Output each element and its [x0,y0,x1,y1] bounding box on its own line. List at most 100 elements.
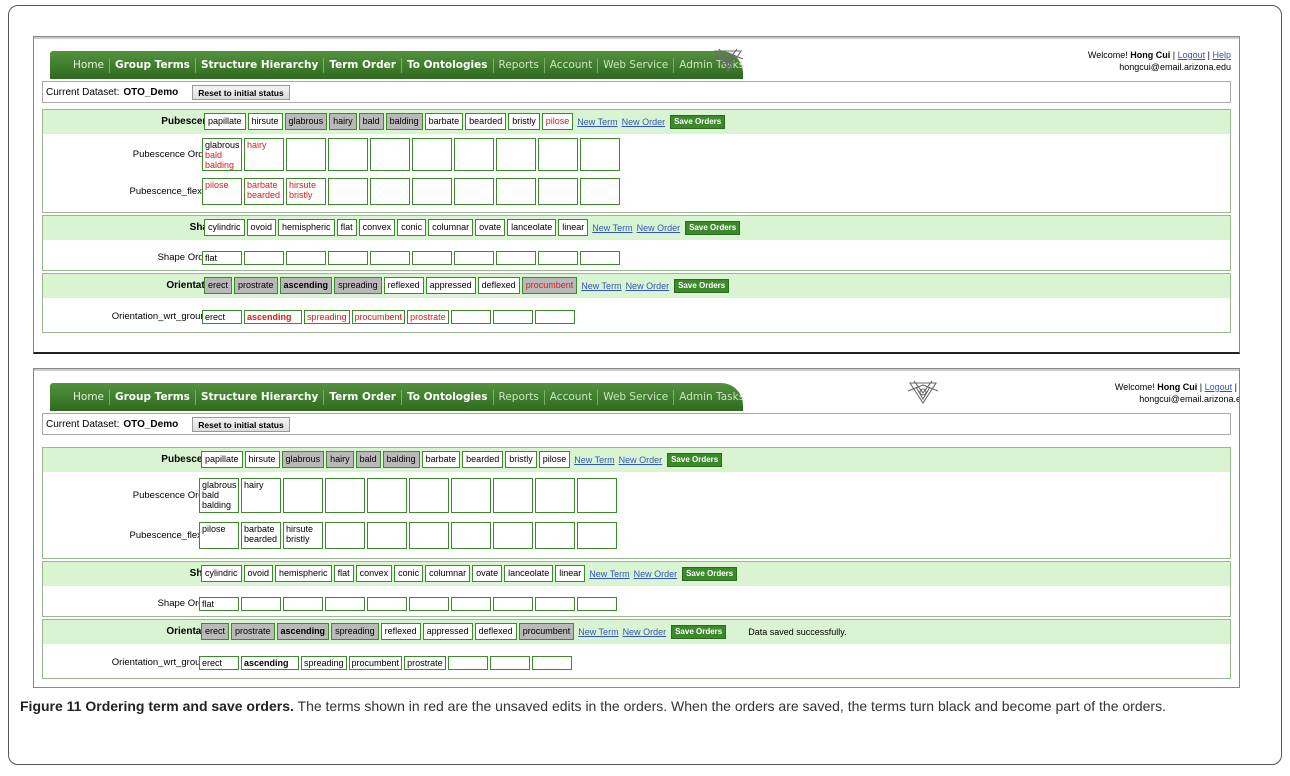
order-slot[interactable]: spreading [304,310,350,324]
term-chip[interactable]: bald [358,113,384,130]
order-slot-term[interactable]: procumbent [352,658,400,668]
nav-item-group-terms[interactable]: Group Terms [110,389,196,405]
save-orders-button[interactable]: Save Orders [674,278,730,293]
order-slot[interactable] [370,251,410,265]
order-slot[interactable] [496,251,536,265]
term-chip[interactable]: erect [201,623,230,640]
term-chip[interactable]: spreading [331,623,379,640]
order-slot[interactable] [493,478,533,513]
order-slot[interactable] [244,251,284,265]
new-order-link[interactable]: New Order [637,223,681,233]
nav-item-reports[interactable]: Reports [494,57,545,73]
order-slot[interactable] [580,178,620,205]
term-chip[interactable]: reflexed [380,623,421,640]
order-slot[interactable] [580,138,620,171]
order-slot-term[interactable]: pilose [202,524,236,534]
order-slot-term[interactable]: pilose [205,180,239,190]
new-order-link[interactable]: New Order [622,117,666,127]
nav-item-to-ontologies[interactable]: To Ontologies [402,389,494,405]
order-slot-term[interactable]: glabrous [202,480,237,490]
nav-item-group-terms[interactable]: Group Terms [110,57,196,73]
order-slot[interactable] [328,178,368,205]
term-chip[interactable]: ovoid [246,219,277,236]
order-slot[interactable] [283,478,323,513]
term-chip[interactable]: cylindric [201,565,242,582]
term-chip[interactable]: spreading [334,277,382,294]
order-slot[interactable] [325,478,365,513]
order-slot[interactable]: pilose [199,522,239,549]
order-slot[interactable] [412,178,452,205]
term-chip[interactable]: lanceolate [507,219,557,236]
order-slot[interactable] [367,597,407,611]
order-slot-term[interactable]: bristly [289,190,323,200]
logout-link[interactable]: Logout [1178,50,1206,60]
order-slot[interactable] [370,138,410,171]
order-slot[interactable] [535,478,575,513]
nav-item-admin-tasks[interactable]: Admin Tasks [674,390,749,405]
term-chip[interactable]: ascending [279,277,333,294]
order-slot-term[interactable]: bearded [247,190,281,200]
nav-item-structure-hierarchy[interactable]: Structure Hierarchy [196,389,325,405]
term-chip[interactable]: prostrate [231,623,275,640]
order-slot-term[interactable]: procumbent [355,312,403,322]
term-chip[interactable]: hairy [329,113,357,130]
term-chip[interactable]: bearded [462,451,504,468]
order-slot[interactable]: prostrate [407,310,449,324]
order-slot-term[interactable]: spreading [307,312,347,322]
order-slot-term[interactable]: flat [202,599,236,609]
new-order-link[interactable]: New Order [634,569,678,579]
term-chip[interactable]: hirsute [244,451,280,468]
order-slot[interactable] [538,138,578,171]
order-slot[interactable]: flat [202,251,242,265]
order-slot[interactable] [577,522,617,549]
order-slot[interactable]: spreading [301,656,347,670]
save-orders-button[interactable]: Save Orders [667,452,723,467]
order-slot[interactable] [409,478,449,513]
term-chip[interactable]: convex [358,219,396,236]
term-chip[interactable]: deflexed [477,277,520,294]
term-chip[interactable]: columnar [428,219,474,236]
order-slot[interactable] [241,597,281,611]
new-order-link[interactable]: New Order [626,281,670,291]
order-slot[interactable]: pilose [202,178,242,205]
order-slot[interactable] [496,178,536,205]
term-chip[interactable]: papillate [204,113,246,130]
order-slot[interactable]: hairy [244,138,284,171]
order-slot-term[interactable]: erect [205,312,239,322]
save-orders-button[interactable]: Save Orders [682,566,738,581]
term-chip[interactable]: procumbent [521,277,578,294]
order-slot-term[interactable]: glabrous [205,140,240,150]
order-slot-term[interactable]: barbate [247,180,281,190]
order-slot-term[interactable]: balding [202,500,236,510]
new-term-link[interactable]: New Term [592,223,632,233]
new-order-link[interactable]: New Order [619,455,663,465]
order-slot[interactable] [538,251,578,265]
term-chip[interactable]: deflexed [474,623,517,640]
order-slot-term[interactable]: hirsute [289,180,323,190]
new-term-link[interactable]: New Term [578,627,618,637]
term-chip[interactable]: reflexed [383,277,424,294]
order-slot[interactable]: hairy [241,478,281,513]
new-term-link[interactable]: New Term [574,455,614,465]
order-slot-term[interactable]: bald [205,150,239,160]
order-slot[interactable]: erect [202,310,242,324]
order-slot[interactable] [450,310,491,324]
order-slot-term[interactable]: prostrate [407,658,443,668]
order-slot[interactable] [492,310,533,324]
order-slot[interactable] [535,522,575,549]
order-slot[interactable] [496,138,536,171]
save-orders-button[interactable]: Save Orders [671,624,727,639]
order-slot[interactable] [489,656,530,670]
nav-item-term-order[interactable]: Term Order [324,389,402,405]
nav-item-home[interactable]: Home [68,389,111,405]
order-slot-term[interactable]: balding [205,160,239,170]
order-slot[interactable] [412,138,452,171]
order-slot-term[interactable]: hairy [244,480,278,490]
order-slot[interactable] [286,251,326,265]
term-chip[interactable]: glabrous [284,113,328,130]
term-chip[interactable]: appressed [425,277,476,294]
order-slot[interactable] [580,251,620,265]
term-chip[interactable]: barbate [421,451,461,468]
order-slot[interactable] [367,522,407,549]
order-slot[interactable] [531,656,572,670]
